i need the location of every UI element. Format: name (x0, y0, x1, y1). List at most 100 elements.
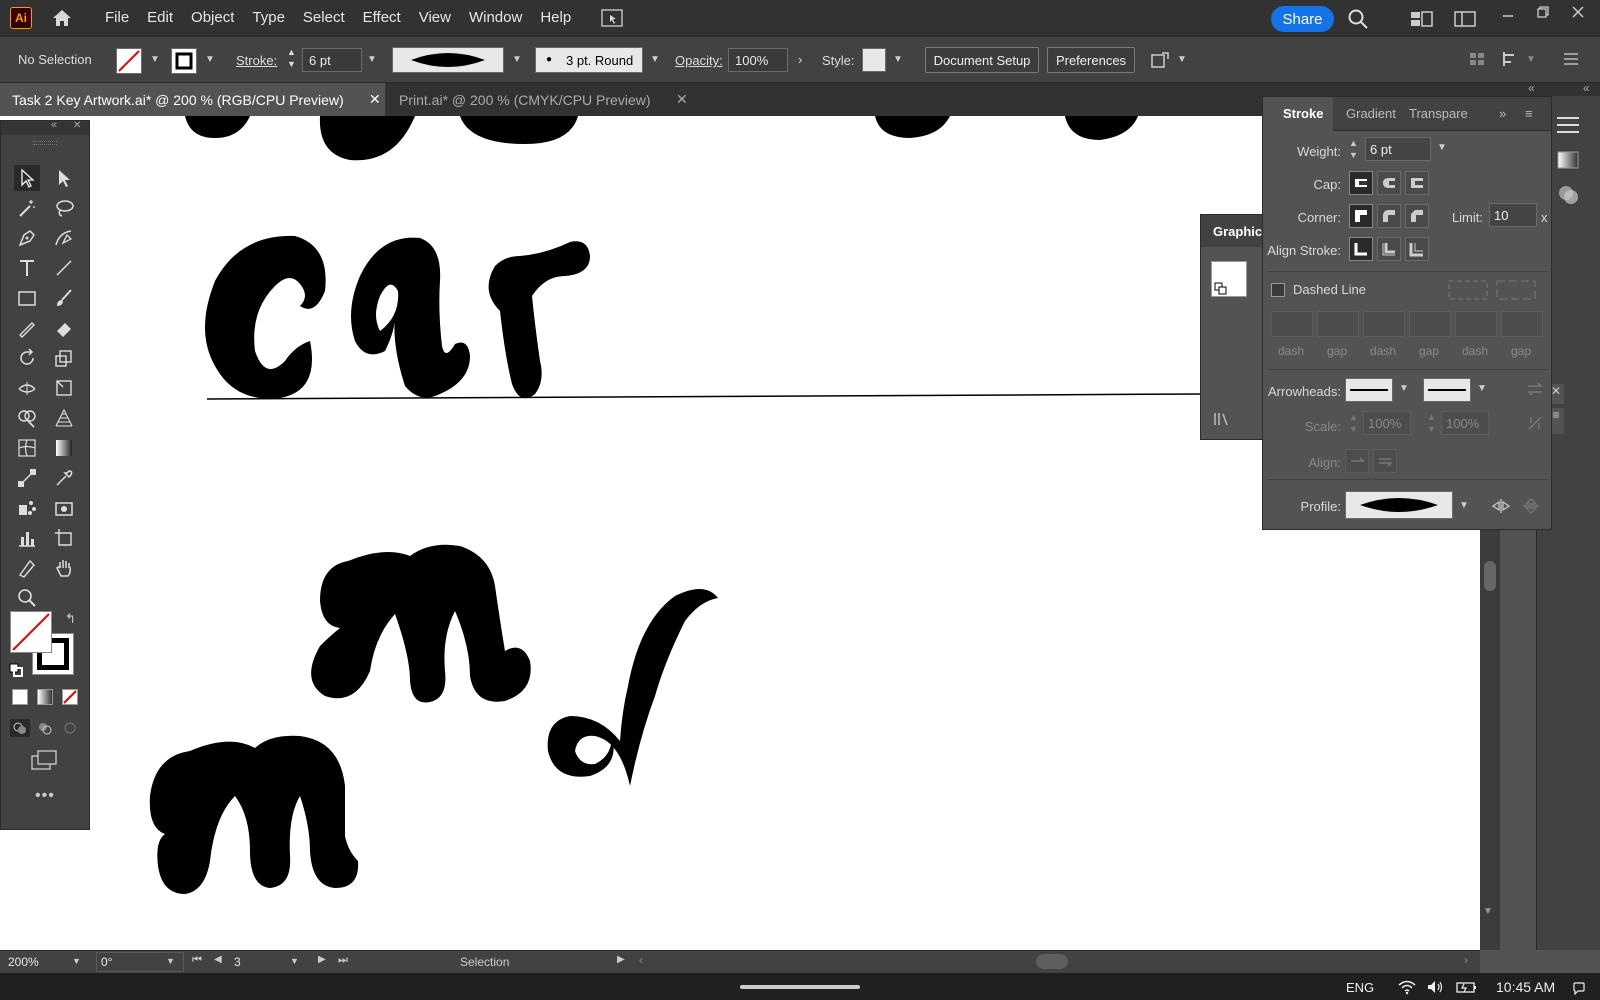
tab-stroke[interactable]: Stroke (1263, 97, 1334, 131)
flip-across-icon[interactable] (1521, 497, 1541, 515)
end-arrowhead-select[interactable] (1423, 378, 1471, 402)
fill-color-front[interactable] (10, 611, 52, 653)
artwork-partial-3[interactable] (460, 116, 578, 144)
edit-toolbar-icon[interactable]: ••• (35, 787, 55, 805)
start-scale-field[interactable]: 100% (1363, 411, 1411, 435)
graphic-style-swatch[interactable] (862, 48, 886, 72)
live-paint-selection-tool-icon[interactable] (51, 495, 77, 521)
end-scale-stepper-icon[interactable]: ▲ ▼ (1427, 411, 1436, 435)
pen-tool-icon[interactable] (14, 225, 40, 251)
shaper-tool-icon[interactable] (14, 315, 40, 341)
first-artboard-icon[interactable]: ⏮ (192, 954, 202, 967)
battery-icon[interactable] (1456, 979, 1478, 995)
collapse-tools-icon[interactable]: « (51, 119, 57, 131)
limit-field[interactable]: 10 (1489, 203, 1537, 227)
shape-builder-tool-icon[interactable] (14, 405, 40, 431)
menu-window[interactable]: Window (460, 0, 531, 36)
more-tabs-icon[interactable]: » (1499, 97, 1506, 131)
distribute-dropdown-icon[interactable]: ▼ (1526, 54, 1536, 65)
menu-object[interactable]: Object (182, 0, 243, 36)
dash-field-1[interactable] (1271, 311, 1313, 337)
scale-tool-icon[interactable] (51, 345, 77, 371)
language-indicator[interactable]: ENG (1346, 980, 1374, 995)
start-arrowhead-select[interactable] (1345, 378, 1393, 402)
paintbrush-tool-icon[interactable] (51, 285, 77, 311)
tab-gradient[interactable]: Gradient (1346, 97, 1396, 131)
gradient-tool-icon[interactable] (51, 435, 77, 461)
stroke-label[interactable]: Stroke: (236, 53, 277, 68)
artwork-swirl-leaf[interactable] (547, 588, 718, 786)
transparency-panel-icon[interactable] (1557, 184, 1581, 206)
dash-field-3[interactable] (1455, 311, 1497, 337)
collapse-dock-icon[interactable]: « (1583, 81, 1590, 95)
dashed-line-checkbox[interactable] (1271, 283, 1285, 297)
artboard-dropdown-icon[interactable]: ▼ (290, 956, 299, 966)
align-inside-icon[interactable] (1377, 237, 1401, 261)
profile-dropdown-icon[interactable]: ▼ (512, 54, 522, 65)
clock[interactable]: 10:45 AM (1496, 979, 1555, 995)
arrow-tip-end-icon[interactable] (1373, 449, 1397, 473)
swap-arrowheads-icon[interactable] (1525, 379, 1545, 399)
swap-fill-stroke-icon[interactable]: ↰ (65, 611, 76, 627)
artwork-letter-m-lower[interactable] (149, 735, 359, 894)
gap-field-1[interactable] (1317, 311, 1359, 337)
gradient-panel-icon[interactable] (1557, 151, 1579, 169)
collapse-panels-icon[interactable]: « (1528, 81, 1535, 95)
gradient-mode-icon[interactable] (37, 689, 53, 705)
scroll-thumb[interactable] (1484, 561, 1496, 591)
lasso-tool-icon[interactable] (51, 195, 77, 221)
menu-view[interactable]: View (410, 0, 460, 36)
tab-transparency[interactable]: Transpare (1409, 97, 1473, 131)
artboard-tool-icon[interactable] (51, 525, 77, 551)
stroke-swatch[interactable] (171, 48, 197, 74)
line-segment-tool-icon[interactable] (51, 255, 77, 281)
rectangle-tool-icon[interactable] (14, 285, 40, 311)
panels-icon[interactable] (1454, 10, 1476, 28)
gap-field-3[interactable] (1501, 311, 1543, 337)
weight-stepper-icon[interactable]: ▲ ▼ (1349, 137, 1358, 161)
type-tool-icon[interactable] (14, 255, 40, 281)
dash-align-icon[interactable] (1495, 279, 1537, 301)
bevel-join-icon[interactable] (1405, 204, 1429, 228)
arrange-documents-icon[interactable] (600, 7, 624, 29)
round-cap-icon[interactable] (1377, 171, 1401, 195)
projecting-cap-icon[interactable] (1405, 171, 1429, 195)
link-scale-icon[interactable] (1525, 413, 1545, 433)
artwork-partial-2[interactable] (319, 116, 415, 161)
home-indicator[interactable] (740, 985, 860, 989)
round-join-icon[interactable] (1377, 204, 1401, 228)
stroke-weight-dropdown-icon[interactable]: ▼ (367, 54, 377, 65)
notifications-icon[interactable] (1572, 981, 1586, 995)
previous-artboard-icon[interactable]: ◀ (214, 954, 222, 965)
menu-file[interactable]: File (96, 0, 138, 36)
selection-tool-icon[interactable] (14, 165, 40, 191)
menu-edit[interactable]: Edit (138, 0, 182, 36)
change-screen-mode-icon[interactable] (30, 749, 60, 771)
menu-effect[interactable]: Effect (354, 0, 410, 36)
variable-width-profile[interactable] (392, 47, 504, 73)
style-dropdown-icon[interactable]: ▼ (893, 54, 903, 65)
home-icon[interactable] (50, 7, 74, 29)
start-arrowhead-dropdown-icon[interactable]: ▼ (1399, 383, 1409, 394)
profile-dropdown-icon[interactable]: ▼ (1459, 500, 1469, 511)
artwork-partial-4[interactable] (875, 116, 950, 138)
close-tools-icon[interactable]: ✕ (73, 120, 81, 131)
preferences-button[interactable]: Preferences (1047, 47, 1135, 73)
stroke-stepper-icon[interactable]: ▲ ▼ (287, 46, 296, 70)
end-arrowhead-dropdown-icon[interactable]: ▼ (1477, 383, 1487, 394)
close-window-icon[interactable] (1570, 4, 1586, 20)
align-center-icon[interactable] (1349, 237, 1373, 261)
align-outside-icon[interactable] (1405, 237, 1429, 261)
default-graphic-style[interactable] (1211, 261, 1247, 297)
stroke-dropdown-icon[interactable]: ▼ (205, 54, 215, 65)
eyedropper-tool-icon[interactable] (51, 465, 77, 491)
weight-field[interactable]: 6 pt (1365, 137, 1431, 161)
menu-help[interactable]: Help (531, 0, 580, 36)
search-icon[interactable] (1347, 8, 1369, 30)
butt-cap-icon[interactable] (1349, 171, 1373, 195)
width-profile-select[interactable] (1345, 491, 1453, 519)
workspace-icon[interactable] (1410, 10, 1434, 28)
eraser-tool-icon[interactable] (51, 315, 77, 341)
tab-task2-key-artwork[interactable]: Task 2 Key Artwork.ai* @ 200 % (RGB/CPU … (0, 83, 385, 116)
close-tab-icon[interactable]: ✕ (676, 91, 688, 108)
